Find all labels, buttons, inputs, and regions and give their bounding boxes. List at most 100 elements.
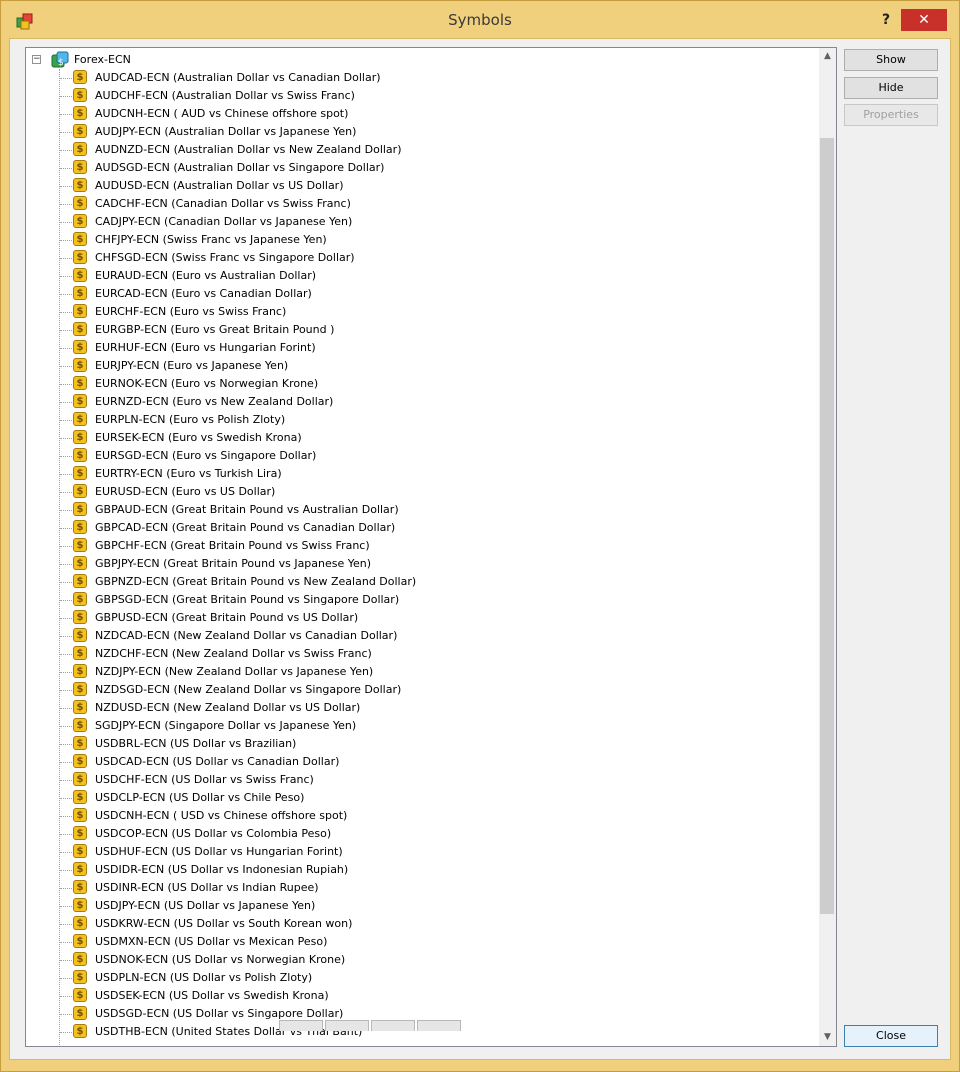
tree-item[interactable]: $ CHFJPY-ECN (Swiss Franc vs Japanese Yen… xyxy=(26,231,806,249)
tree-item-label: USDCNH-ECN ( USD vs Chinese offshore spo… xyxy=(95,809,348,822)
tree-viewport: − $ Forex-ECN $ AUDCAD-ECN (Australian Do… xyxy=(26,48,819,1046)
tree-item[interactable]: $ NZDCHF-ECN (New Zealand Dollar vs Swiss… xyxy=(26,645,806,663)
tree-item[interactable]: $ AUDCHF-ECN (Australian Dollar vs Swiss … xyxy=(26,87,806,105)
tree-item[interactable]: $ USDSEK-ECN (US Dollar vs Swedish Krona) xyxy=(26,987,806,1005)
tree-item[interactable]: $ AUDCNH-ECN ( AUD vs Chinese offshore sp… xyxy=(26,105,806,123)
tree-branch-line xyxy=(60,618,72,619)
tree-item[interactable]: $ EURTRY-ECN (Euro vs Turkish Lira) xyxy=(26,465,806,483)
scroll-up-icon[interactable]: ▲ xyxy=(819,48,836,65)
dollar-coin-icon: $ xyxy=(73,250,87,264)
tree-item[interactable]: $ NZDSGD-ECN (New Zealand Dollar vs Singa… xyxy=(26,681,806,699)
tree-item[interactable]: $ USDBRL-ECN (US Dollar vs Brazilian) xyxy=(26,735,806,753)
tree-item[interactable]: $ USDJPY-ECN (US Dollar vs Japanese Yen) xyxy=(26,897,806,915)
tree-branch-line xyxy=(60,906,72,907)
tree-item[interactable]: $ USDCNH-ECN ( USD vs Chinese offshore sp… xyxy=(26,807,806,825)
tree-item[interactable]: $ GBPSGD-ECN (Great Britain Pound vs Sing… xyxy=(26,591,806,609)
hide-button[interactable]: Hide xyxy=(844,77,938,99)
show-button[interactable]: Show xyxy=(844,49,938,71)
tree-item-label: GBPAUD-ECN (Great Britain Pound vs Austr… xyxy=(95,503,399,516)
dollar-coin-icon: $ xyxy=(73,790,87,804)
tree-item[interactable]: $ AUDJPY-ECN (Australian Dollar vs Japane… xyxy=(26,123,806,141)
tree-item-label: EURNOK-ECN (Euro vs Norwegian Krone) xyxy=(95,377,319,390)
tree-item[interactable]: $ EURCHF-ECN (Euro vs Swiss Franc) xyxy=(26,303,806,321)
tree-item[interactable]: $ SGDJPY-ECN (Singapore Dollar vs Japanes… xyxy=(26,717,806,735)
title-bar[interactable]: Symbols ? ✕ xyxy=(1,1,959,37)
tree-item[interactable]: $ EURSGD-ECN (Euro vs Singapore Dollar) xyxy=(26,447,806,465)
tree-item[interactable]: $ USDPLN-ECN (US Dollar vs Polish Zloty) xyxy=(26,969,806,987)
tree-branch-line xyxy=(60,816,72,817)
tree-item[interactable]: $ CHFSGD-ECN (Swiss Franc vs Singapore Do… xyxy=(26,249,806,267)
tree-branch-line xyxy=(60,636,72,637)
tree-item[interactable]: $ EURCAD-ECN (Euro vs Canadian Dollar) xyxy=(26,285,806,303)
tree-branch-line xyxy=(60,798,72,799)
tree-item[interactable]: $ USDTHB-ECN (United States Dollar vs Tha… xyxy=(26,1023,806,1041)
tree-item[interactable]: $ GBPCAD-ECN (Great Britain Pound vs Cana… xyxy=(26,519,806,537)
window-close-button[interactable]: ✕ xyxy=(901,9,947,31)
tree-item[interactable]: $ NZDCAD-ECN (New Zealand Dollar vs Canad… xyxy=(26,627,806,645)
symbols-tree[interactable]: − $ Forex-ECN $ AUDCAD-ECN (Australian Do… xyxy=(25,47,837,1047)
tree-item[interactable]: $ GBPNZD-ECN (Great Britain Pound vs New … xyxy=(26,573,806,591)
close-button[interactable]: Close xyxy=(844,1025,938,1047)
bottom-tab[interactable] xyxy=(417,1020,461,1031)
scroll-down-icon[interactable]: ▼ xyxy=(819,1029,836,1046)
scrollbar-thumb[interactable] xyxy=(820,138,834,914)
tree-item[interactable]: $ AUDSGD-ECN (Australian Dollar vs Singap… xyxy=(26,159,806,177)
tree-item[interactable]: $ CADJPY-ECN (Canadian Dollar vs Japanese… xyxy=(26,213,806,231)
tree-item[interactable]: $ GBPCHF-ECN (Great Britain Pound vs Swis… xyxy=(26,537,806,555)
dollar-coin-icon: $ xyxy=(73,484,87,498)
collapse-icon[interactable]: − xyxy=(32,55,41,64)
tree-item-label: CHFJPY-ECN (Swiss Franc vs Japanese Yen) xyxy=(95,233,327,246)
tree-item[interactable]: $ EURPLN-ECN (Euro vs Polish Zloty) xyxy=(26,411,806,429)
tree-item[interactable]: $ GBPJPY-ECN (Great Britain Pound vs Japa… xyxy=(26,555,806,573)
tree-branch-line xyxy=(60,888,72,889)
tree-item[interactable]: $ GBPAUD-ECN (Great Britain Pound vs Aust… xyxy=(26,501,806,519)
tree-root-label: Forex-ECN xyxy=(74,53,131,66)
tree-item[interactable]: $ USDSGD-ECN (US Dollar vs Singapore Doll… xyxy=(26,1005,806,1023)
bottom-tab[interactable] xyxy=(325,1020,369,1031)
tree-item-label: USDINR-ECN (US Dollar vs Indian Rupee) xyxy=(95,881,319,894)
tree-item-label: AUDCAD-ECN (Australian Dollar vs Canadia… xyxy=(95,71,381,84)
tree-item-label: USDBRL-ECN (US Dollar vs Brazilian) xyxy=(95,737,297,750)
tree-item-label: GBPNZD-ECN (Great Britain Pound vs New Z… xyxy=(95,575,417,588)
dollar-coin-icon: $ xyxy=(73,376,87,390)
tree-item[interactable]: $ USDCLP-ECN (US Dollar vs Chile Peso) xyxy=(26,789,806,807)
tree-item-label: USDCHF-ECN (US Dollar vs Swiss Franc) xyxy=(95,773,314,786)
bottom-tab[interactable] xyxy=(371,1020,415,1031)
tree-item[interactable]: $ USDINR-ECN (US Dollar vs Indian Rupee) xyxy=(26,879,806,897)
tree-branch-line xyxy=(60,78,72,79)
tree-branch-line xyxy=(60,654,72,655)
tree-branch-line xyxy=(60,348,72,349)
tree-item[interactable]: $ EURUSD-ECN (Euro vs US Dollar) xyxy=(26,483,806,501)
tree-item-label: EURCHF-ECN (Euro vs Swiss Franc) xyxy=(95,305,287,318)
tree-item-label: NZDUSD-ECN (New Zealand Dollar vs US Dol… xyxy=(95,701,361,714)
tree-root-forex-ecn[interactable]: − $ Forex-ECN xyxy=(26,51,806,69)
bottom-tab[interactable] xyxy=(279,1020,323,1031)
tree-item[interactable]: $ EURAUD-ECN (Euro vs Australian Dollar) xyxy=(26,267,806,285)
tree-item[interactable]: $ USDHUF-ECN (US Dollar vs Hungarian Fori… xyxy=(26,843,806,861)
tree-item[interactable]: $ USDCHF-ECN (US Dollar vs Swiss Franc) xyxy=(26,771,806,789)
tree-branch-line xyxy=(60,276,72,277)
help-button[interactable]: ? xyxy=(871,9,901,31)
vertical-scrollbar[interactable]: ▲ ▼ xyxy=(819,48,836,1046)
tree-item[interactable]: $ EURJPY-ECN (Euro vs Japanese Yen) xyxy=(26,357,806,375)
tree-item[interactable]: $ USDKRW-ECN (US Dollar vs South Korean w… xyxy=(26,915,806,933)
tree-item[interactable]: $ EURNOK-ECN (Euro vs Norwegian Krone) xyxy=(26,375,806,393)
tree-item[interactable]: $ AUDUSD-ECN (Australian Dollar vs US Dol… xyxy=(26,177,806,195)
tree-item[interactable]: $ USDNOK-ECN (US Dollar vs Norwegian Kron… xyxy=(26,951,806,969)
tree-item[interactable]: $ EURGBP-ECN (Euro vs Great Britain Pound… xyxy=(26,321,806,339)
tree-item[interactable]: $ NZDUSD-ECN (New Zealand Dollar vs US Do… xyxy=(26,699,806,717)
tree-item[interactable]: $ CADCHF-ECN (Canadian Dollar vs Swiss Fr… xyxy=(26,195,806,213)
tree-item[interactable]: $ USDMXN-ECN (US Dollar vs Mexican Peso) xyxy=(26,933,806,951)
tree-item[interactable]: $ USDIDR-ECN (US Dollar vs Indonesian Rup… xyxy=(26,861,806,879)
tree-item[interactable]: $ EURHUF-ECN (Euro vs Hungarian Forint) xyxy=(26,339,806,357)
tree-item[interactable]: $ NZDJPY-ECN (New Zealand Dollar vs Japan… xyxy=(26,663,806,681)
tree-item-label: CADJPY-ECN (Canadian Dollar vs Japanese … xyxy=(95,215,353,228)
tree-item[interactable]: $ GBPUSD-ECN (Great Britain Pound vs US D… xyxy=(26,609,806,627)
tree-item[interactable]: $ AUDCAD-ECN (Australian Dollar vs Canadi… xyxy=(26,69,806,87)
tree-item[interactable]: $ EURNZD-ECN (Euro vs New Zealand Dollar) xyxy=(26,393,806,411)
tree-item[interactable]: $ AUDNZD-ECN (Australian Dollar vs New Ze… xyxy=(26,141,806,159)
tree-item[interactable]: $ USDCOP-ECN (US Dollar vs Colombia Peso) xyxy=(26,825,806,843)
tree-item[interactable]: $ EURSEK-ECN (Euro vs Swedish Krona) xyxy=(26,429,806,447)
tree-branch-line xyxy=(60,564,72,565)
tree-item[interactable]: $ USDCAD-ECN (US Dollar vs Canadian Dolla… xyxy=(26,753,806,771)
